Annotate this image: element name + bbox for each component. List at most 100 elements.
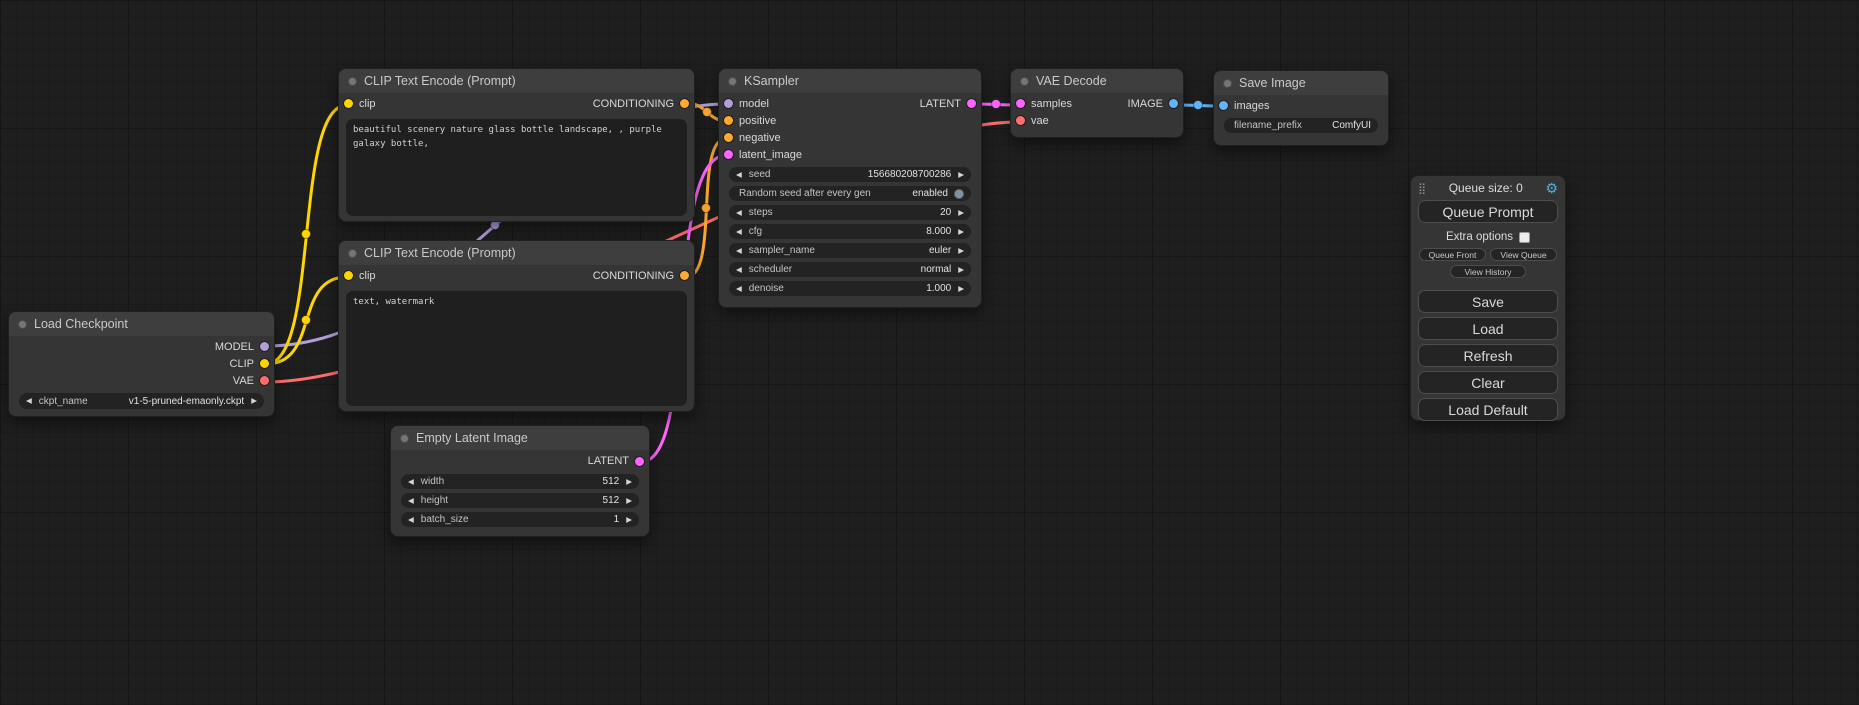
decrement-arrow-icon[interactable]: ◀ [736, 228, 742, 236]
refresh-button[interactable]: Refresh [1418, 344, 1558, 367]
decrement-arrow-icon[interactable]: ◀ [736, 209, 742, 217]
load-button[interactable]: Load [1418, 317, 1558, 340]
increment-arrow-icon[interactable]: ▶ [958, 171, 964, 179]
node-title-bar[interactable]: Save Image [1214, 71, 1388, 95]
output-slot-latent[interactable]: LATENT [391, 452, 649, 470]
save-button[interactable]: Save [1418, 290, 1558, 313]
output-slot-conditioning[interactable]: CONDITIONING [339, 267, 694, 284]
extra-options-checkbox[interactable] [1519, 232, 1530, 243]
increment-arrow-icon[interactable]: ▶ [958, 285, 964, 293]
prev-value-arrow-icon[interactable]: ◀ [736, 247, 742, 255]
node-ksampler[interactable]: KSampler model positive negative latent_… [718, 68, 982, 308]
batch-size-widget[interactable]: ◀ batch_size 1 ▶ [401, 512, 639, 527]
node-clip-text-encode-positive[interactable]: CLIP Text Encode (Prompt) clip CONDITION… [338, 68, 695, 222]
slot-dot[interactable] [680, 271, 689, 280]
prev-value-arrow-icon[interactable]: ◀ [26, 397, 32, 405]
graph-canvas[interactable]: Load Checkpoint MODEL CLIP VAE ◀ ckpt_na… [0, 0, 1859, 705]
collapse-dot-icon[interactable] [1020, 77, 1029, 86]
decrement-arrow-icon[interactable]: ◀ [408, 516, 414, 524]
slot-dot[interactable] [680, 99, 689, 108]
input-slot-positive[interactable]: positive [719, 112, 981, 129]
load-default-button[interactable]: Load Default [1418, 398, 1558, 421]
prompt-textarea[interactable]: text, watermark [346, 291, 687, 406]
node-empty-latent-image[interactable]: Empty Latent Image LATENT ◀ width 512 ▶ … [390, 425, 650, 537]
output-slot-clip[interactable]: CLIP [9, 355, 274, 372]
collapse-dot-icon[interactable] [400, 434, 409, 443]
collapse-dot-icon[interactable] [18, 320, 27, 329]
decrement-arrow-icon[interactable]: ◀ [736, 171, 742, 179]
collapse-dot-icon[interactable] [728, 77, 737, 86]
node-load-checkpoint[interactable]: Load Checkpoint MODEL CLIP VAE ◀ ckpt_na… [8, 311, 275, 417]
slot-label: LATENT [588, 455, 629, 467]
steps-widget[interactable]: ◀ steps 20 ▶ [729, 205, 971, 220]
slot-dot[interactable] [724, 133, 733, 142]
seed-widget[interactable]: ◀ seed 156680208700286 ▶ [729, 167, 971, 182]
prev-value-arrow-icon[interactable]: ◀ [736, 266, 742, 274]
output-slot-vae[interactable]: VAE [9, 372, 274, 389]
increment-arrow-icon[interactable]: ▶ [958, 228, 964, 236]
random-seed-widget[interactable]: Random seed after every gen enabled [729, 186, 971, 201]
slot-dot[interactable] [635, 457, 644, 466]
node-title-bar[interactable]: CLIP Text Encode (Prompt) [339, 69, 694, 93]
node-clip-text-encode-negative[interactable]: CLIP Text Encode (Prompt) clip CONDITION… [338, 240, 695, 412]
drag-handle-icon[interactable]: ⣿ [1418, 182, 1426, 195]
denoise-widget[interactable]: ◀ denoise 1.000 ▶ [729, 281, 971, 296]
height-widget[interactable]: ◀ height 512 ▶ [401, 493, 639, 508]
input-slot-latent-image[interactable]: latent_image [719, 146, 981, 163]
node-vae-decode[interactable]: VAE Decode samples vae IMAGE [1010, 68, 1184, 138]
widget-value: euler [929, 245, 951, 256]
widget-label: seed [749, 169, 771, 180]
ckpt-name-widget[interactable]: ◀ ckpt_name v1-5-pruned-emaonly.ckpt ▶ [19, 393, 264, 409]
next-value-arrow-icon[interactable]: ▶ [958, 266, 964, 274]
node-title-bar[interactable]: Empty Latent Image [391, 426, 649, 450]
clear-button[interactable]: Clear [1418, 371, 1558, 394]
increment-arrow-icon[interactable]: ▶ [626, 478, 632, 486]
output-slot-conditioning[interactable]: CONDITIONING [339, 95, 694, 112]
slot-dot[interactable] [1169, 99, 1178, 108]
cfg-widget[interactable]: ◀ cfg 8.000 ▶ [729, 224, 971, 239]
prompt-textarea[interactable]: beautiful scenery nature glass bottle la… [346, 119, 687, 216]
decrement-arrow-icon[interactable]: ◀ [736, 285, 742, 293]
slot-dot[interactable] [724, 150, 733, 159]
node-title: Save Image [1239, 76, 1306, 90]
queue-front-button[interactable]: Queue Front [1419, 248, 1486, 261]
node-title-bar[interactable]: Load Checkpoint [9, 312, 274, 336]
filename-prefix-widget[interactable]: filename_prefix ComfyUI [1224, 118, 1378, 133]
collapse-dot-icon[interactable] [348, 77, 357, 86]
next-value-arrow-icon[interactable]: ▶ [958, 247, 964, 255]
increment-arrow-icon[interactable]: ▶ [958, 209, 964, 217]
input-slot-negative[interactable]: negative [719, 129, 981, 146]
output-slot-latent[interactable]: LATENT [719, 95, 981, 112]
increment-arrow-icon[interactable]: ▶ [626, 516, 632, 524]
slot-dot[interactable] [1219, 101, 1228, 110]
slot-dot[interactable] [1016, 116, 1025, 125]
collapse-dot-icon[interactable] [348, 249, 357, 258]
scheduler-widget[interactable]: ◀ scheduler normal ▶ [729, 262, 971, 277]
settings-gear-icon[interactable]: ⚙ [1545, 181, 1558, 195]
node-save-image[interactable]: Save Image images filename_prefix ComfyU… [1213, 70, 1389, 146]
node-title-bar[interactable]: CLIP Text Encode (Prompt) [339, 241, 694, 265]
toggle-dot-icon[interactable] [954, 189, 964, 199]
decrement-arrow-icon[interactable]: ◀ [408, 478, 414, 486]
slot-dot[interactable] [724, 116, 733, 125]
increment-arrow-icon[interactable]: ▶ [626, 497, 632, 505]
view-history-button[interactable]: View History [1450, 265, 1526, 278]
output-slot-image[interactable]: IMAGE [1011, 95, 1183, 112]
slot-dot[interactable] [260, 359, 269, 368]
slot-dot[interactable] [260, 376, 269, 385]
slot-dot[interactable] [260, 342, 269, 351]
queue-prompt-button[interactable]: Queue Prompt [1418, 200, 1558, 223]
decrement-arrow-icon[interactable]: ◀ [408, 497, 414, 505]
sampler-name-widget[interactable]: ◀ sampler_name euler ▶ [729, 243, 971, 258]
slot-dot[interactable] [967, 99, 976, 108]
output-slot-model[interactable]: MODEL [9, 338, 274, 355]
collapse-dot-icon[interactable] [1223, 79, 1232, 88]
next-value-arrow-icon[interactable]: ▶ [251, 397, 257, 405]
width-widget[interactable]: ◀ width 512 ▶ [401, 474, 639, 489]
node-title-bar[interactable]: KSampler [719, 69, 981, 93]
input-slot-images[interactable]: images [1214, 97, 1388, 114]
slot-label: vae [1031, 115, 1049, 127]
node-title-bar[interactable]: VAE Decode [1011, 69, 1183, 93]
view-queue-button[interactable]: View Queue [1490, 248, 1557, 261]
input-slot-vae[interactable]: vae [1011, 112, 1183, 129]
